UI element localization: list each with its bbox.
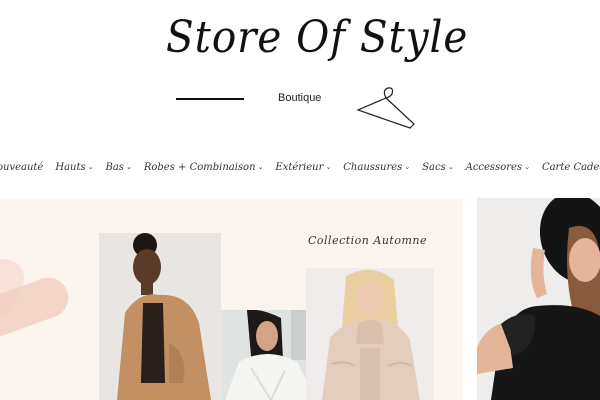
chevron-down-icon: ⌄	[447, 163, 454, 171]
nav-label: Extérieur	[275, 161, 324, 173]
main-navigation: Nouveauté Hauts ⌄ Bas ⌄ Robes + Combinai…	[0, 156, 600, 178]
nav-item-bas[interactable]: Bas ⌄	[106, 162, 132, 173]
model-illustration	[99, 233, 221, 400]
nav-label: Hauts	[55, 161, 86, 173]
chevron-down-icon: ⌄	[257, 163, 264, 171]
model-photo-puffer-jacket[interactable]	[306, 268, 434, 400]
chevron-down-icon: ⌄	[125, 163, 132, 171]
logo-wordmark: Store Of Style	[166, 12, 469, 63]
store-logo[interactable]: Store Of Style Boutique	[160, 6, 469, 130]
chevron-down-icon: ⌄	[325, 163, 332, 171]
nav-item-nouveaute[interactable]: Nouveauté	[0, 162, 43, 173]
nav-label: Accessores	[465, 161, 523, 173]
chevron-down-icon: ⌄	[404, 163, 411, 171]
logo-underline	[176, 98, 244, 100]
model-illustration	[306, 268, 434, 400]
model-photo-camel-blazer[interactable]	[99, 233, 221, 400]
chevron-down-icon: ⌄	[524, 163, 530, 171]
nav-label: Robes + Combinaison	[143, 161, 256, 173]
nav-item-robes[interactable]: Robes + Combinaison ⌄	[144, 162, 264, 173]
nav-label: Bas	[105, 161, 124, 173]
nav-label: Sacs	[422, 161, 446, 173]
hero-side-banner[interactable]	[477, 198, 600, 400]
chevron-down-icon: ⌄	[87, 163, 94, 171]
nav-item-accessores[interactable]: Accessores ⌄	[466, 162, 530, 173]
nav-item-sacs[interactable]: Sacs ⌄	[422, 162, 453, 173]
nav-label: Chaussures	[343, 161, 403, 173]
nav-item-chaussures[interactable]: Chaussures ⌄	[343, 162, 410, 173]
logo-tagline: Boutique	[278, 92, 322, 104]
nav-item-carte-cadeau[interactable]: Carte Cadeau	[542, 162, 600, 173]
hanger-icon	[356, 87, 415, 129]
nav-label: Carte Cadeau	[541, 161, 600, 173]
nav-item-exterieur[interactable]: Extérieur ⌄	[275, 162, 331, 173]
nav-label: Nouveauté	[0, 161, 44, 173]
collection-title[interactable]: Collection Automne	[308, 234, 427, 247]
model-illustration-hat	[477, 198, 600, 400]
nav-item-hauts[interactable]: Hauts ⌄	[55, 162, 93, 173]
